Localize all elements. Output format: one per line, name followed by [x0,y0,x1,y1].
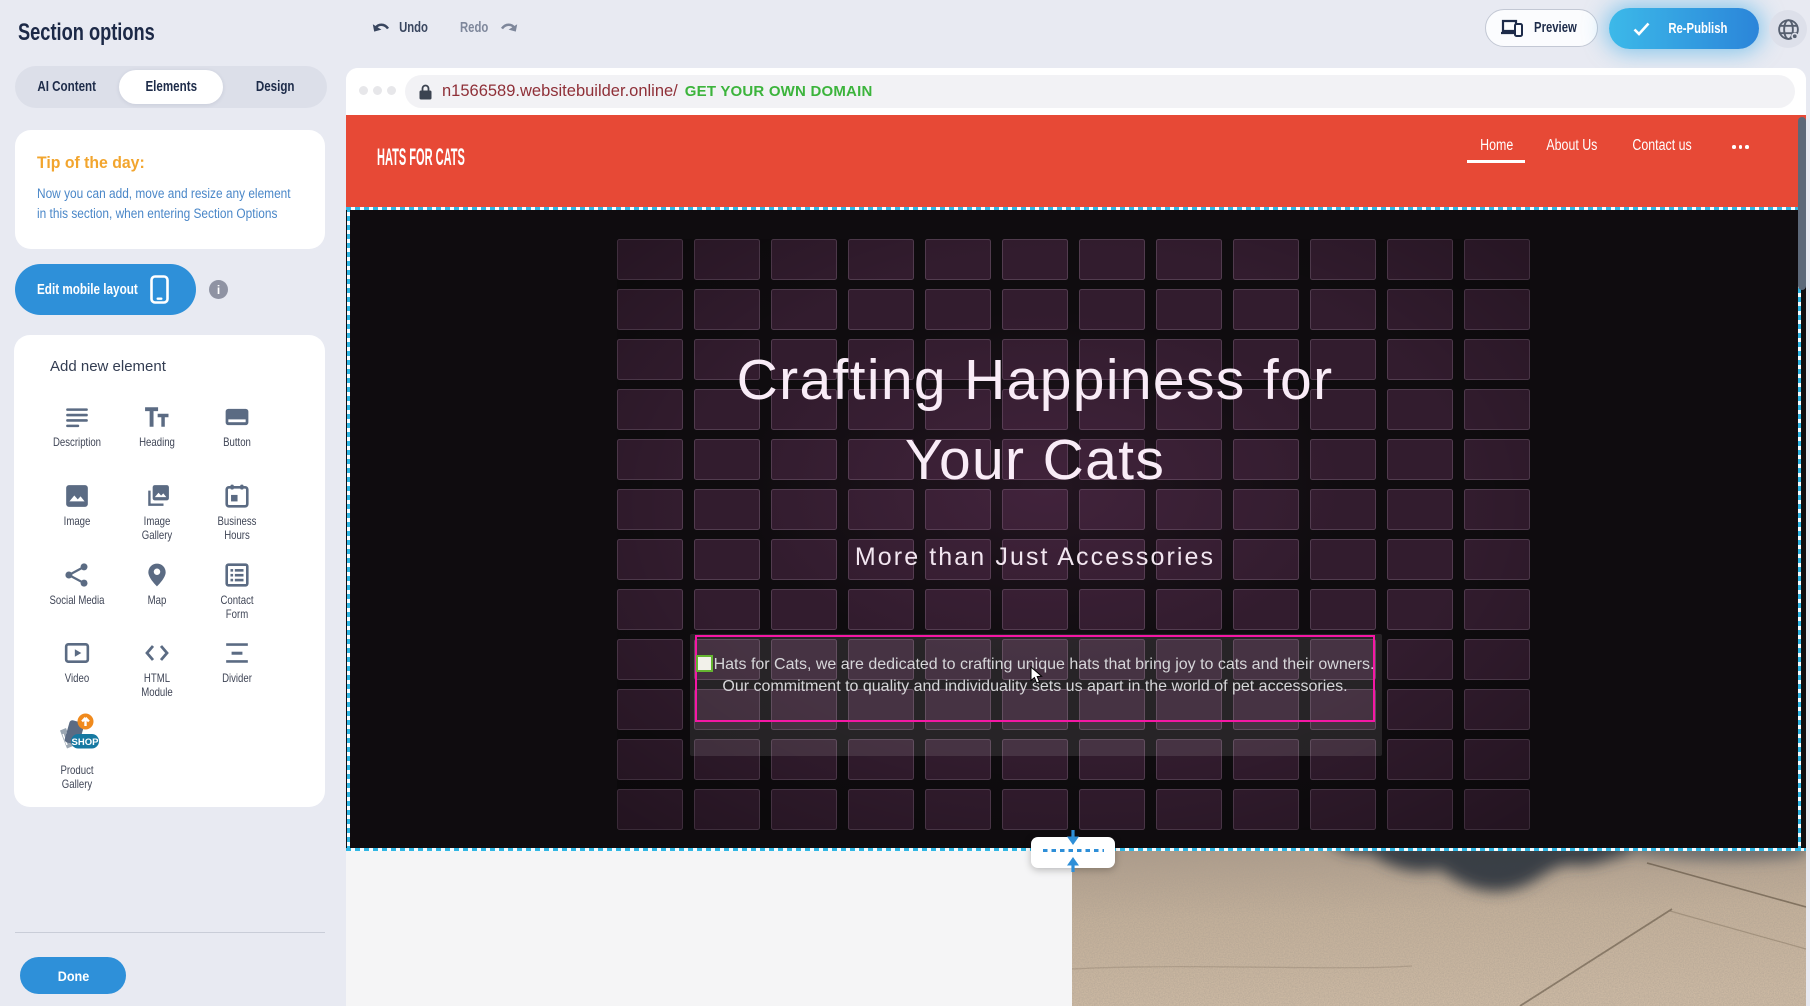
svg-text:SHOP: SHOP [72,737,100,748]
